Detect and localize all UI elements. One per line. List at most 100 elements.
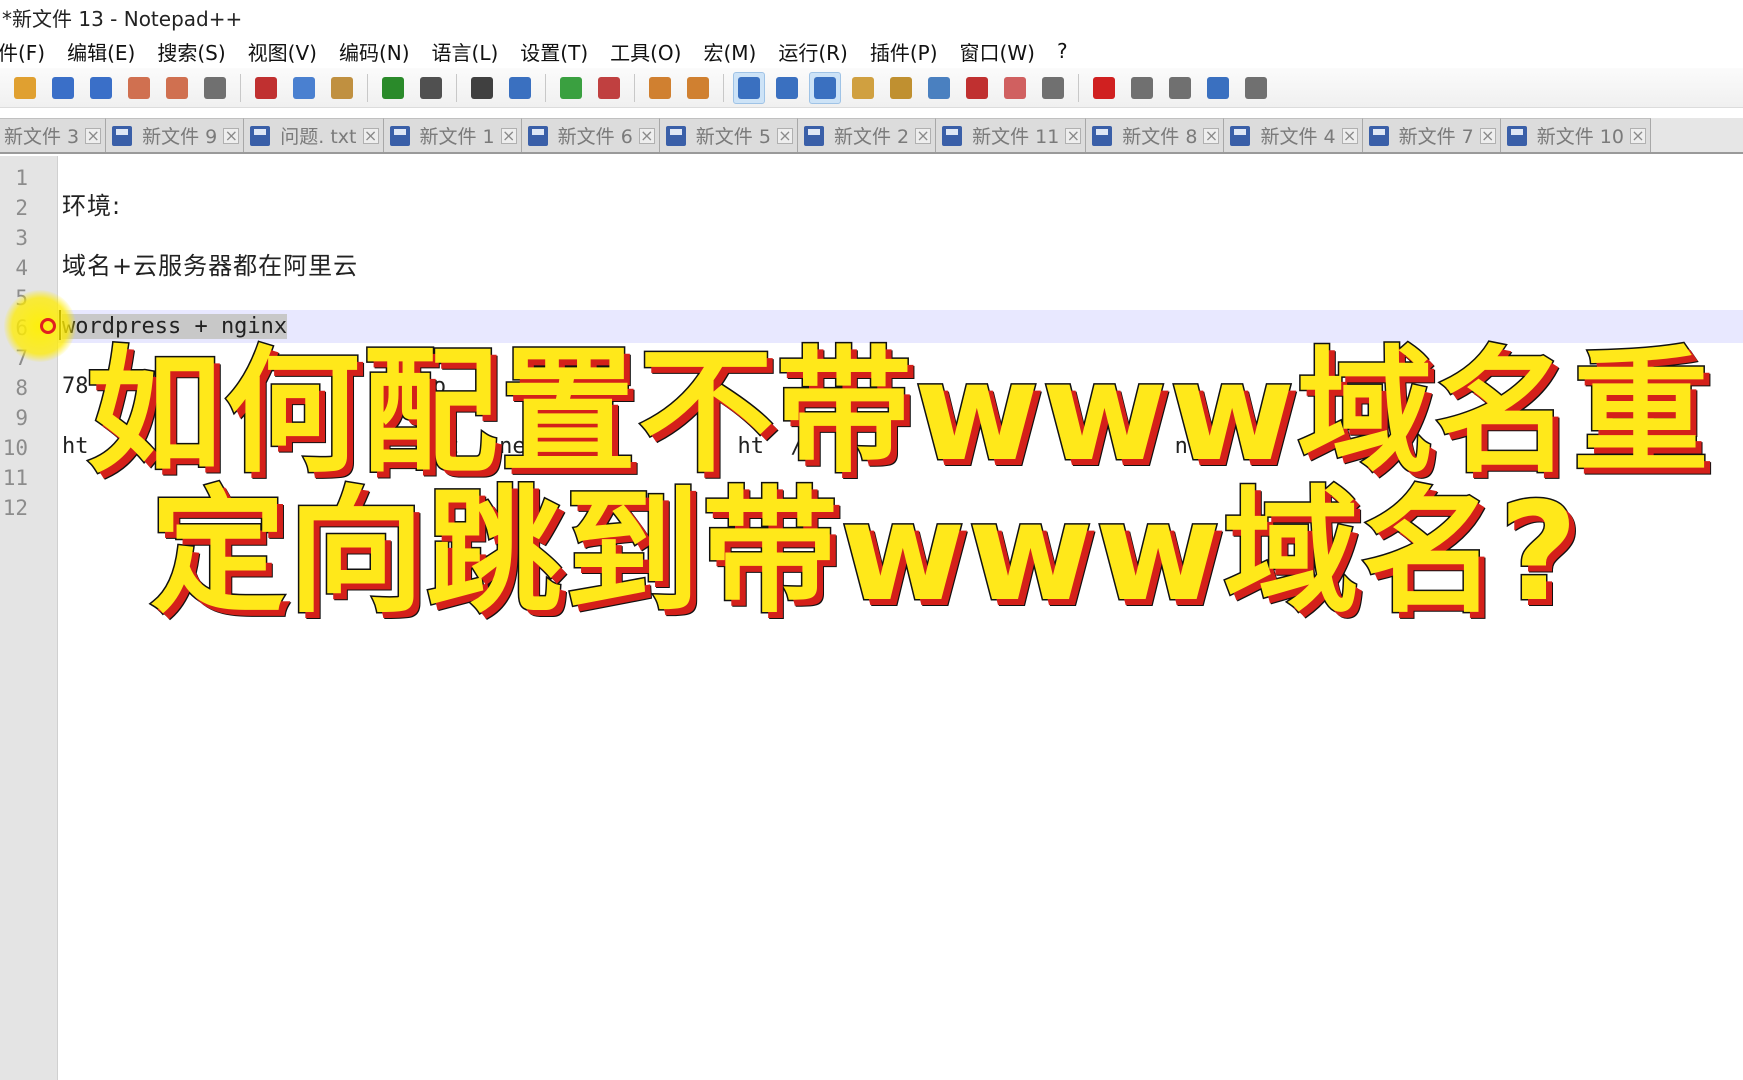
- menu-item[interactable]: ?: [1047, 39, 1080, 63]
- floppy-disk-icon: [389, 125, 410, 146]
- sync-horizontal-button[interactable]: [682, 72, 714, 104]
- window-title: *新文件 13 - Notepad++: [2, 6, 243, 31]
- tab-label: 新文件 8: [1122, 126, 1198, 148]
- close-tab-icon[interactable]: ×: [1065, 127, 1082, 144]
- menu-item[interactable]: 设置(T): [510, 37, 600, 66]
- tab-label: 新文件 7: [1398, 126, 1474, 148]
- play-macro-icon: [1169, 76, 1191, 99]
- line-text: 域名+云服务器都在阿里云: [62, 252, 359, 280]
- menu-item[interactable]: 编辑(E): [57, 37, 147, 66]
- menu-item[interactable]: 工具(O): [600, 37, 693, 66]
- folder-workspace-button[interactable]: [961, 72, 993, 104]
- record-macro-icon: [1093, 76, 1115, 99]
- tab-label: 新文件 6: [557, 126, 633, 148]
- monitoring-icon: [1004, 76, 1026, 99]
- document-tab[interactable]: 新文件 1 ×: [383, 118, 522, 152]
- udl-button[interactable]: [847, 72, 879, 104]
- close-tab-icon[interactable]: ×: [776, 127, 793, 144]
- replace-button[interactable]: [504, 72, 536, 104]
- menu-item[interactable]: 件(F): [0, 37, 57, 66]
- close-tab-icon[interactable]: ×: [85, 127, 102, 144]
- document-tab[interactable]: 新文件 3 ×: [0, 118, 107, 152]
- close-tab-icon[interactable]: ×: [1341, 127, 1358, 144]
- close-file-button[interactable]: [123, 72, 155, 104]
- menu-item[interactable]: 视图(V): [238, 37, 329, 66]
- copy-button[interactable]: [288, 72, 320, 104]
- function-list-button[interactable]: [923, 72, 955, 104]
- function-list-icon: [928, 76, 950, 99]
- floppy-disk-icon: [1092, 125, 1113, 146]
- open-file-button[interactable]: [9, 72, 41, 104]
- close-tab-icon[interactable]: ×: [500, 127, 517, 144]
- stop-macro-button[interactable]: [1126, 72, 1158, 104]
- menu-item[interactable]: 语言(L): [422, 37, 511, 66]
- save-macro-button[interactable]: [1240, 72, 1272, 104]
- cut-button[interactable]: [250, 72, 282, 104]
- save-all-button[interactable]: [85, 72, 117, 104]
- document-tab[interactable]: 新文件 4 ×: [1224, 118, 1363, 152]
- floppy-disk-icon: [1506, 125, 1527, 146]
- run-macro-multiple-button[interactable]: [1202, 72, 1234, 104]
- document-tab[interactable]: 新文件 11 ×: [936, 118, 1087, 152]
- close-all-button[interactable]: [161, 72, 193, 104]
- menu-item[interactable]: 窗口(W): [950, 37, 1047, 66]
- document-tab[interactable]: 新文件 6 ×: [521, 118, 660, 152]
- toolbar-separator: [723, 73, 724, 102]
- close-tab-icon[interactable]: ×: [915, 127, 932, 144]
- close-file-icon: [128, 76, 150, 99]
- line-number: 8: [15, 376, 28, 400]
- menu-item[interactable]: 运行(R): [768, 37, 860, 66]
- code-line[interactable]: 域名+云服务器都在阿里云: [62, 250, 358, 283]
- indent-guide-button[interactable]: [809, 71, 841, 104]
- save-all-icon: [90, 76, 112, 99]
- document-tab[interactable]: 新文件 2 ×: [797, 118, 937, 152]
- close-tab-icon[interactable]: ×: [1629, 127, 1646, 144]
- print-icon: [204, 76, 226, 99]
- document-tab[interactable]: 新文件 10 ×: [1500, 118, 1651, 152]
- zoom-out-button[interactable]: [593, 72, 625, 104]
- line-number: 9: [15, 406, 28, 430]
- undo-icon: [382, 76, 404, 99]
- document-tab[interactable]: 新文件 9 ×: [106, 118, 245, 152]
- close-tab-icon[interactable]: ×: [1203, 127, 1220, 144]
- notepadpp-window: *新文件 13 - Notepad++ 件(F) 编辑(E) 搜索(S) 视图(V) 编…: [0, 0, 1743, 1080]
- toolbar-separator: [456, 73, 457, 102]
- code-line[interactable]: 环境:: [62, 190, 121, 223]
- document-tab[interactable]: 问题. txt ×: [244, 118, 384, 152]
- show-all-chars-button[interactable]: [771, 72, 803, 104]
- line-number: 2: [15, 196, 28, 220]
- record-macro-button[interactable]: [1088, 72, 1120, 104]
- paste-button[interactable]: [326, 72, 358, 104]
- menu-item[interactable]: 插件(P): [860, 37, 950, 66]
- save-button[interactable]: [47, 72, 79, 104]
- menu-item[interactable]: 搜索(S): [147, 37, 237, 66]
- close-tab-icon[interactable]: ×: [638, 127, 655, 144]
- play-macro-button[interactable]: [1164, 72, 1196, 104]
- menu-item[interactable]: 宏(M): [693, 37, 768, 66]
- floppy-disk-icon: [1230, 125, 1251, 146]
- redo-button[interactable]: [415, 72, 447, 104]
- find-button[interactable]: [466, 72, 498, 104]
- word-wrap-button[interactable]: [733, 71, 765, 104]
- sync-vertical-button[interactable]: [644, 72, 676, 104]
- print-button[interactable]: [199, 72, 231, 104]
- close-tab-icon[interactable]: ×: [223, 127, 240, 144]
- tab-label: 新文件 5: [695, 126, 771, 148]
- show-all-chars-icon: [776, 76, 798, 99]
- document-tab[interactable]: 新文件 8 ×: [1086, 118, 1225, 152]
- close-tab-icon[interactable]: ×: [362, 127, 379, 144]
- zoom-in-button[interactable]: [555, 72, 587, 104]
- line-text: 环境:: [62, 192, 122, 220]
- doc-map-icon: [890, 76, 912, 99]
- overlay-caption-line-1: 如何配置不带www域名重: [85, 334, 1711, 492]
- monitoring-button[interactable]: [999, 72, 1031, 104]
- doc-switcher-button[interactable]: [1037, 72, 1069, 104]
- undo-button[interactable]: [377, 72, 409, 104]
- floppy-disk-icon: [1368, 125, 1389, 146]
- document-tab[interactable]: 新文件 5 ×: [659, 118, 798, 152]
- cut-icon: [255, 76, 277, 99]
- close-tab-icon[interactable]: ×: [1479, 127, 1496, 144]
- document-tab[interactable]: 新文件 7 ×: [1362, 118, 1501, 152]
- menu-item[interactable]: 编码(N): [329, 37, 422, 66]
- doc-map-button[interactable]: [885, 72, 917, 104]
